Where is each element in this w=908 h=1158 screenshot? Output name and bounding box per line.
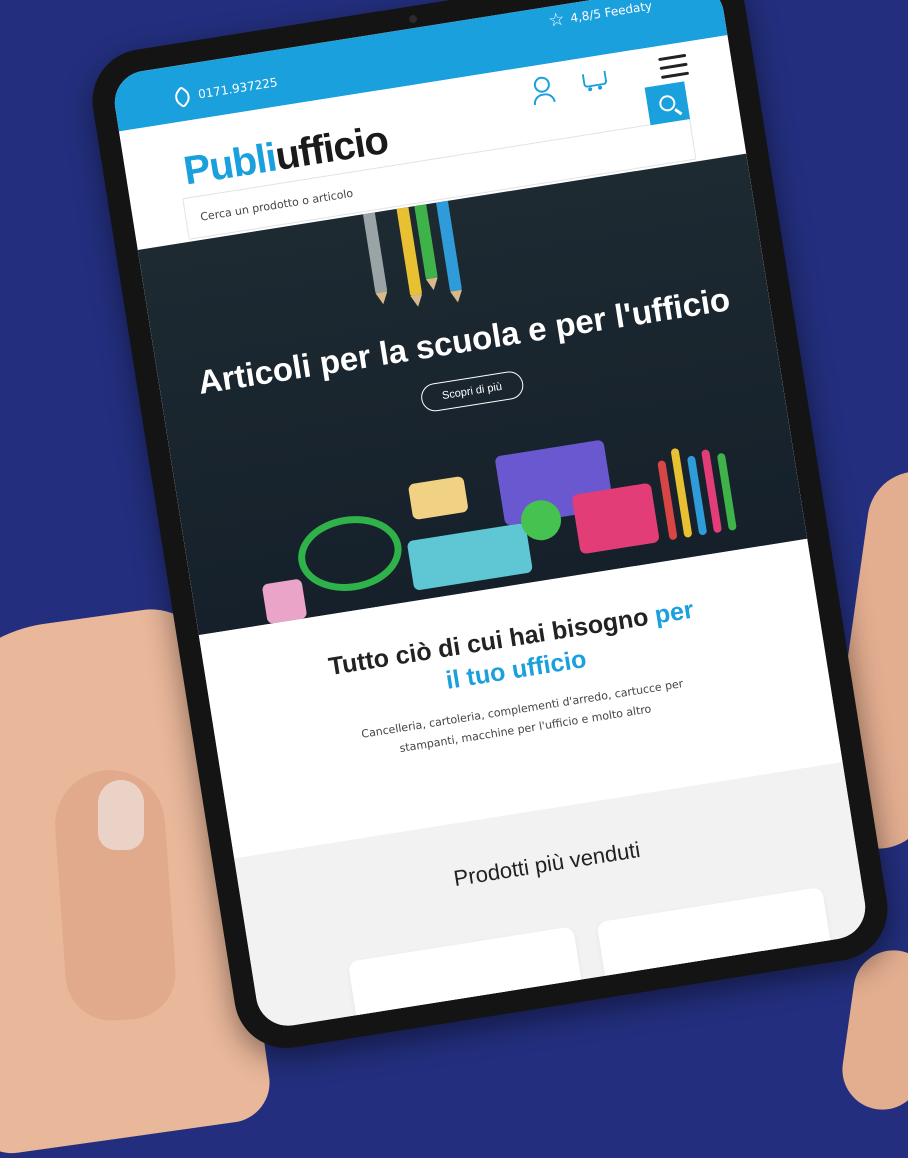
screen: 0171.937225 ☆ 4,8/5 Feedaty Publiufficio [110,0,870,1031]
phone-contact[interactable]: 0171.937225 [171,74,279,109]
camera-dot [408,14,418,24]
star-icon: ☆ [546,8,567,32]
menu-icon[interactable] [658,53,690,85]
search-button[interactable] [644,81,691,126]
discover-more-button[interactable]: Scopri di più [419,369,525,414]
product-card[interactable] [347,926,592,1031]
phone-icon [171,85,194,109]
user-icon[interactable] [530,75,556,106]
search-icon [658,94,677,113]
intro-title-highlight-1: per [652,595,696,630]
phone-number: 0171.937225 [197,75,279,102]
right-hand-lower [837,945,908,1115]
rating-text: 4,8/5 Feedaty [569,0,653,26]
feedaty-rating[interactable]: ☆ 4,8/5 Feedaty [546,0,653,32]
product-card[interactable] [596,886,841,1031]
product-cards [347,886,841,1031]
cart-icon[interactable] [577,67,608,93]
thumb-nail [98,780,144,850]
